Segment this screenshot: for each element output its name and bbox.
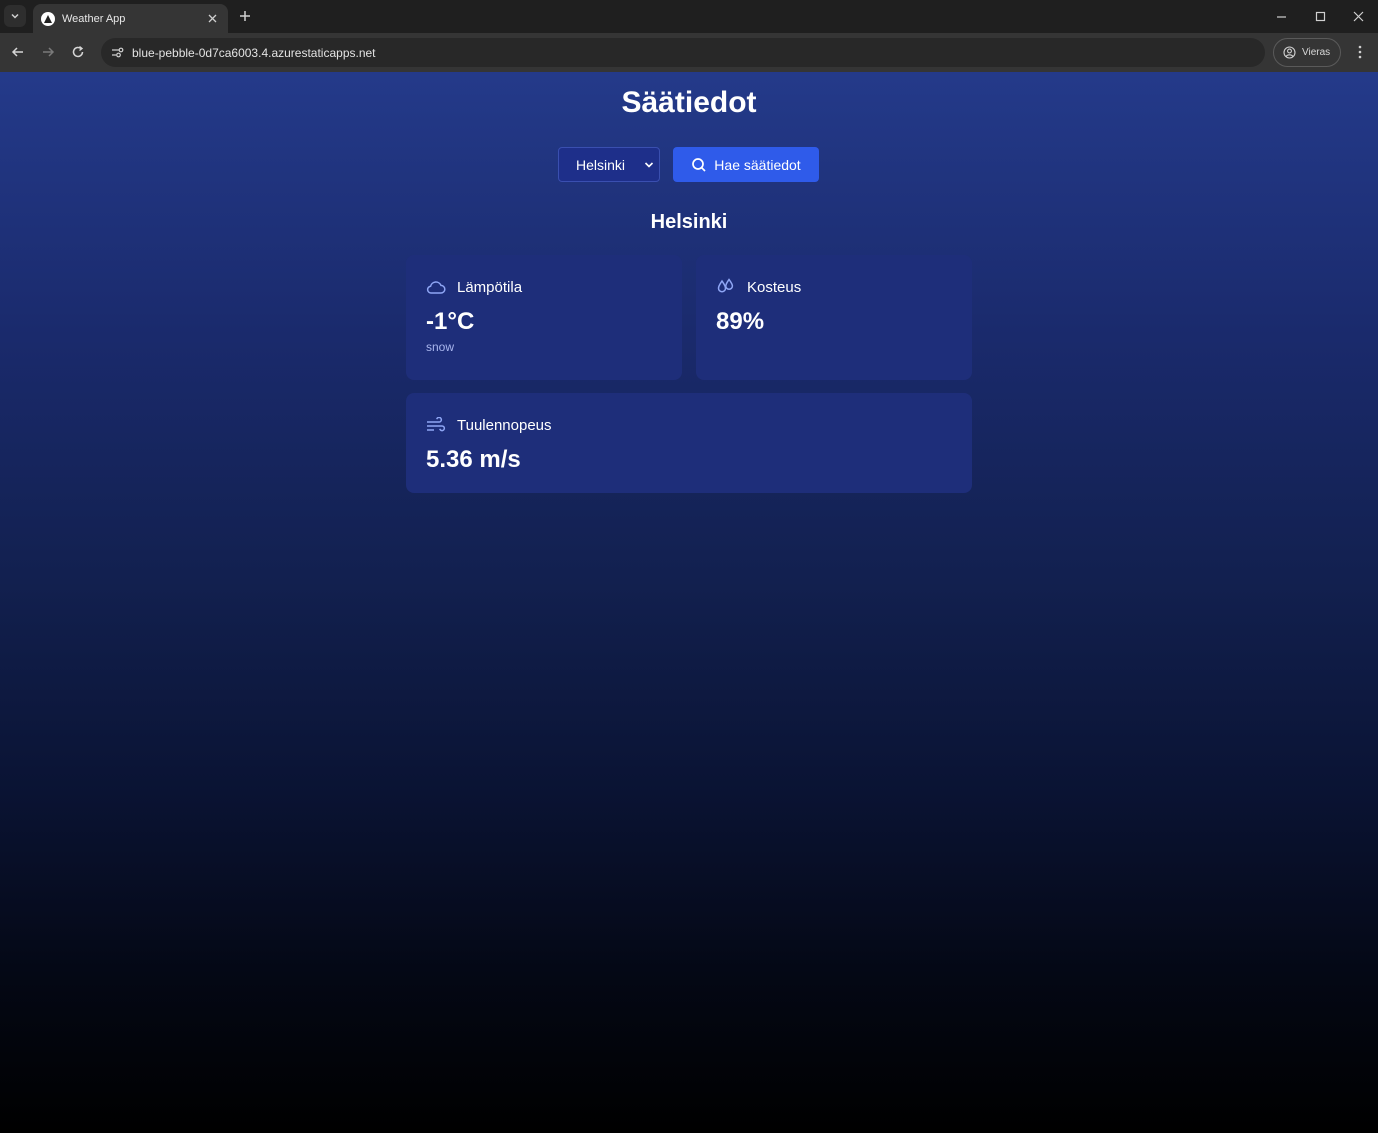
- humidity-card: Kosteus 89%: [696, 255, 972, 380]
- browser-tabstrip: Weather App: [0, 0, 1378, 33]
- favicon-icon: [41, 11, 55, 26]
- maximize-icon[interactable]: [1309, 6, 1331, 26]
- browser-tab[interactable]: Weather App: [33, 4, 228, 33]
- temperature-label: Lämpötila: [457, 278, 523, 296]
- weather-page: Säätiedot Helsinki Hae säätiedot Helsink…: [0, 72, 1378, 1133]
- address-bar[interactable]: blue-pebble-0d7ca6003.4.azurestaticapps.…: [101, 38, 1265, 67]
- back-icon[interactable]: [7, 41, 29, 63]
- wind-value: 5.36 m/s: [426, 446, 521, 473]
- new-tab-icon[interactable]: [235, 6, 255, 26]
- page-title: Säätiedot: [621, 86, 757, 119]
- forward-icon[interactable]: [37, 41, 59, 63]
- wind-card: Tuulennopeus 5.36 m/s: [406, 393, 972, 493]
- search-icon: [691, 157, 707, 173]
- browser-toolbar: blue-pebble-0d7ca6003.4.azurestaticapps.…: [0, 33, 1378, 72]
- profile-icon: [1283, 46, 1296, 59]
- cloud-icon: [426, 277, 446, 297]
- city-heading: Helsinki: [650, 211, 728, 233]
- fetch-weather-button[interactable]: Hae säätiedot: [673, 147, 819, 182]
- minimize-icon[interactable]: [1270, 6, 1292, 26]
- weather-description: snow: [426, 340, 455, 354]
- wind-label: Tuulennopeus: [457, 416, 552, 434]
- site-settings-icon[interactable]: [108, 44, 126, 62]
- url-text: blue-pebble-0d7ca6003.4.azurestaticapps.…: [132, 45, 376, 60]
- city-select[interactable]: Helsinki: [558, 147, 660, 182]
- tab-search-icon[interactable]: [4, 5, 26, 27]
- close-window-icon[interactable]: [1347, 6, 1369, 26]
- temperature-value: -1°C: [426, 308, 475, 335]
- profile-label: Vieras: [1302, 47, 1331, 58]
- fetch-weather-label: Hae säätiedot: [714, 156, 801, 173]
- humidity-value: 89%: [716, 308, 765, 335]
- chevron-down-icon: [642, 158, 656, 172]
- close-tab-icon[interactable]: [204, 11, 220, 27]
- wind-icon: [426, 415, 446, 435]
- temperature-card: Lämpötila -1°C snow: [406, 255, 682, 380]
- profile-button[interactable]: Vieras: [1273, 38, 1341, 67]
- city-select-value: Helsinki: [576, 156, 626, 173]
- browser-menu-icon[interactable]: [1350, 42, 1370, 62]
- humidity-label: Kosteus: [747, 278, 802, 296]
- droplets-icon: [716, 277, 736, 297]
- tab-title: Weather App: [62, 12, 126, 25]
- reload-icon[interactable]: [67, 41, 89, 63]
